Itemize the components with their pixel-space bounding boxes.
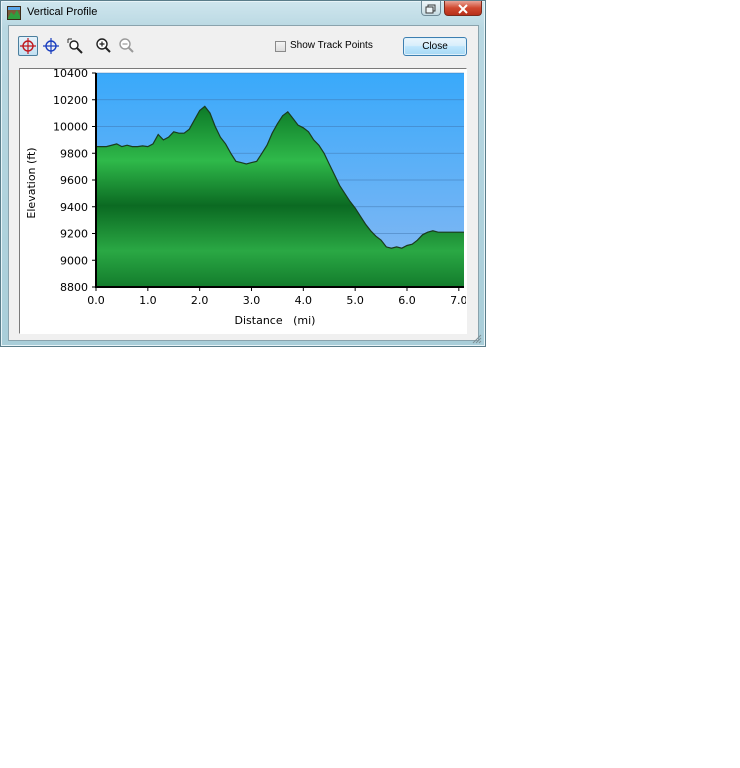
restore-icon — [425, 4, 436, 14]
zoom-box-icon — [67, 38, 83, 54]
x-tick-label-7: 7.0 — [450, 294, 466, 307]
zoom-in-tool[interactable] — [94, 36, 114, 56]
dialog-client-area: Show Track Points Close 8800 9000 9200 9… — [8, 25, 479, 341]
close-x-icon — [458, 4, 468, 14]
window-close-button[interactable] — [444, 1, 482, 16]
elevation-chart-frame: 8800 9000 9200 9400 9600 9800 10000 10200 10400 … — [19, 67, 468, 334]
crosshair-red-icon — [20, 38, 36, 54]
y-tick-label-2: 9200 — [60, 228, 88, 241]
y-tick-label-1: 9000 — [60, 254, 88, 267]
zoom-in-icon — [96, 38, 111, 53]
vertical-profile-window: Vertical Profile Show Track Points Close… — [0, 0, 486, 347]
x-tick-label-2: 2.0 — [191, 294, 209, 307]
x-tick-labels: 0.0 1.0 2.0 3.0 4.0 5.0 6.0 7.0 — [87, 287, 468, 307]
resize-grip-icon[interactable] — [469, 331, 483, 345]
y-axis-label: Elevation (ft) — [25, 147, 38, 218]
zoom-box-tool[interactable] — [65, 36, 85, 56]
select-crosshair-tool[interactable] — [18, 36, 38, 56]
elevation-profile-chart: 880090009200940096009800100001020010400 … — [25, 67, 468, 327]
show-track-points-label[interactable]: Show Track Points — [290, 40, 373, 51]
x-tick-label-0: 0.0 — [87, 294, 105, 307]
y-tick-label-3: 9400 — [60, 201, 88, 214]
y-tick-labels: 8800 9000 9200 9400 9600 9800 10000 10200 10400 — [53, 67, 96, 294]
y-tick-label-8: 10400 — [53, 69, 88, 80]
restore-button[interactable] — [421, 1, 441, 16]
x-tick-label-4: 4.0 — [295, 294, 313, 307]
y-tick-label-4: 9600 — [60, 174, 88, 187]
profile-app-icon — [7, 6, 21, 20]
title-bar[interactable]: Vertical Profile — [1, 1, 485, 25]
zoom-out-tool[interactable] — [117, 36, 137, 56]
window-title: Vertical Profile — [27, 6, 98, 18]
zoom-out-icon — [119, 38, 134, 53]
x-tick-label-3: 3.0 — [243, 294, 261, 307]
pan-crosshair-tool[interactable] — [41, 36, 61, 56]
x-tick-label-1: 1.0 — [139, 294, 157, 307]
y-tick-label-7: 10200 — [53, 94, 88, 107]
close-button[interactable]: Close — [403, 37, 467, 56]
y-tick-label-0: 8800 — [60, 281, 88, 294]
y-tick-label-6: 10000 — [53, 121, 88, 134]
show-track-points-checkbox[interactable] — [275, 41, 286, 52]
x-tick-label-5: 5.0 — [346, 294, 364, 307]
y-tick-label-5: 9800 — [60, 147, 88, 160]
x-tick-label-6: 6.0 — [398, 294, 416, 307]
x-axis-label: Distance (mi) — [235, 314, 316, 327]
crosshair-blue-icon — [43, 38, 59, 54]
